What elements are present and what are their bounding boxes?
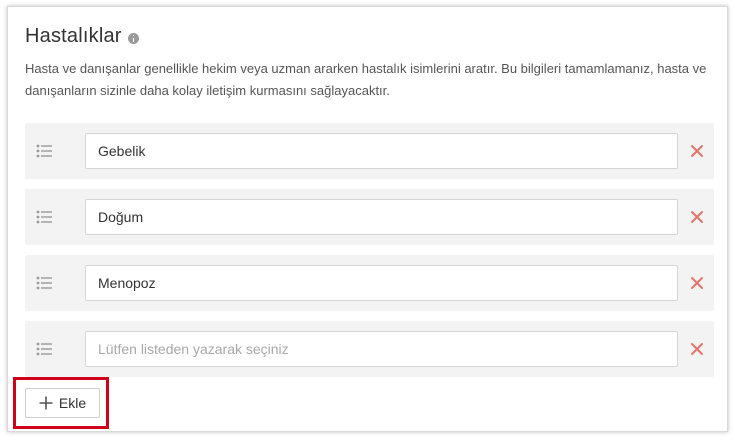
close-icon[interactable] bbox=[690, 144, 704, 158]
diseases-panel: Hastalıklar Hasta ve danışanlar genellik… bbox=[7, 6, 728, 432]
close-icon[interactable] bbox=[690, 342, 704, 356]
section-header: Hastalıklar bbox=[25, 25, 139, 48]
list-item bbox=[25, 189, 714, 245]
drag-handle-icon[interactable] bbox=[36, 342, 52, 356]
disease-input[interactable] bbox=[85, 133, 678, 169]
add-button[interactable]: Ekle bbox=[25, 388, 100, 418]
list-item bbox=[25, 123, 714, 179]
section-description: Hasta ve danışanlar genellikle hekim vey… bbox=[25, 61, 707, 98]
drag-handle-icon[interactable] bbox=[36, 276, 52, 290]
list-item bbox=[25, 321, 714, 377]
info-icon[interactable] bbox=[127, 32, 139, 44]
add-button-label: Ekle bbox=[58, 395, 87, 411]
drag-handle-icon[interactable] bbox=[36, 144, 52, 158]
list-item bbox=[25, 255, 714, 311]
drag-handle-icon[interactable] bbox=[36, 210, 52, 224]
close-icon[interactable] bbox=[690, 276, 704, 290]
plus-icon bbox=[39, 396, 53, 410]
close-icon[interactable] bbox=[690, 210, 704, 224]
disease-search-input[interactable] bbox=[85, 331, 678, 367]
disease-input[interactable] bbox=[85, 199, 678, 235]
disease-input[interactable] bbox=[85, 265, 678, 301]
section-title: Hastalıklar bbox=[25, 25, 122, 47]
